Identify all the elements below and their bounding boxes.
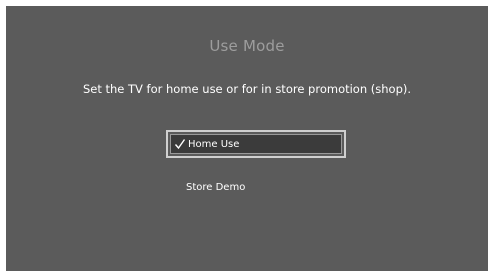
- home-use-option[interactable]: Home Use: [166, 130, 346, 158]
- store-demo-label: Store Demo: [186, 181, 246, 193]
- home-use-label: Home Use: [188, 138, 240, 150]
- checkmark-icon: [174, 138, 186, 150]
- tv-screen: Use Mode Set the TV for home use or for …: [6, 6, 488, 271]
- use-mode-options: Home Use Store Demo: [6, 6, 488, 271]
- store-demo-option[interactable]: Store Demo: [166, 176, 346, 198]
- home-use-option-focus-box: Home Use: [170, 134, 342, 154]
